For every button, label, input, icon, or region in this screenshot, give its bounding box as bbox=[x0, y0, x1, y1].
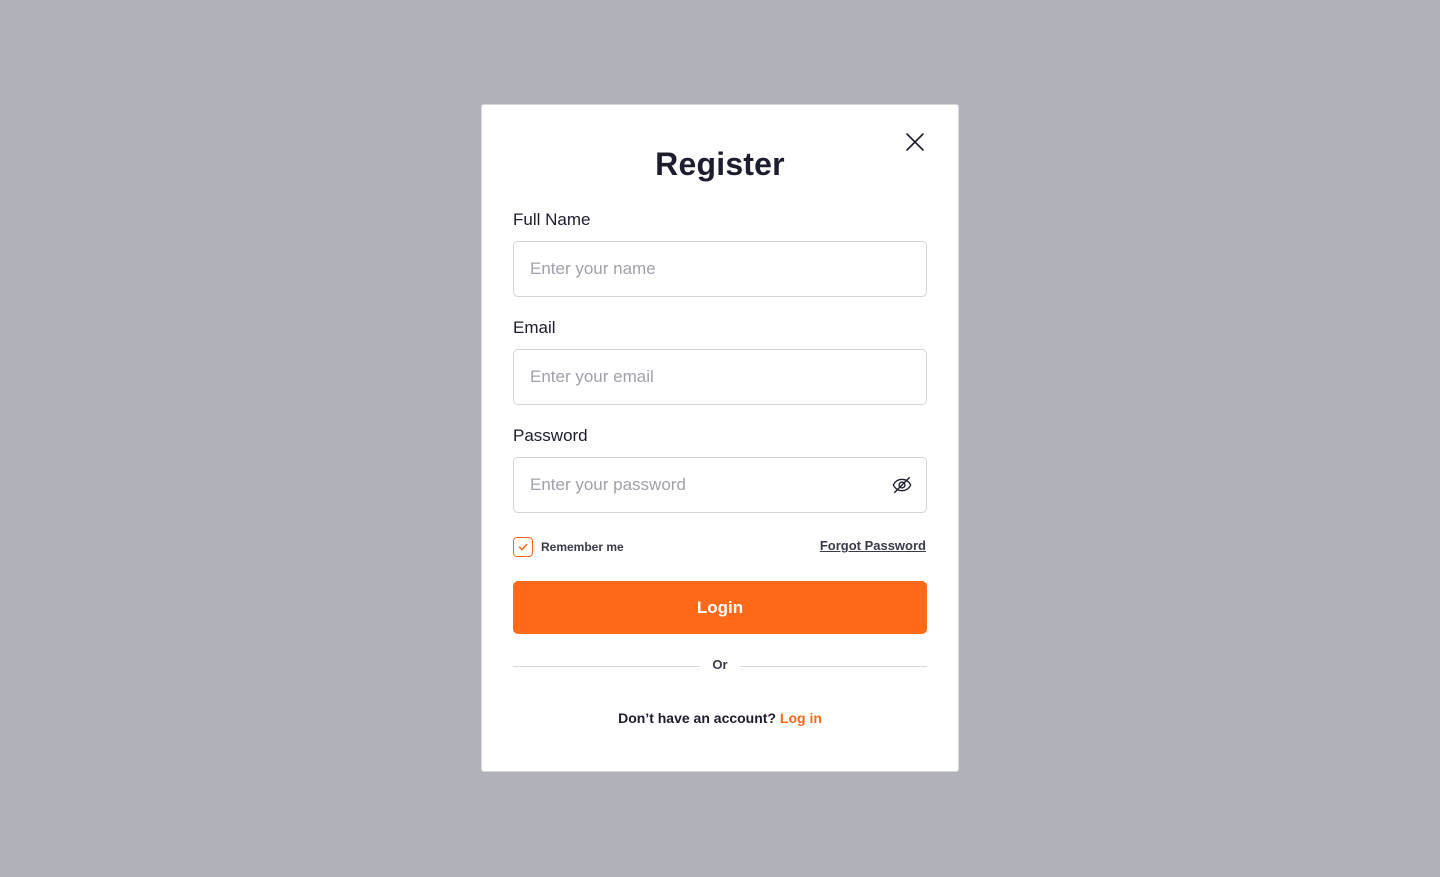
password-input[interactable] bbox=[513, 457, 927, 513]
full-name-label: Full Name bbox=[513, 210, 591, 229]
or-divider: Or bbox=[513, 657, 927, 675]
eye-off-icon bbox=[892, 476, 912, 494]
signup-prompt-text: Don’t have an account? bbox=[618, 710, 777, 726]
email-input[interactable] bbox=[513, 349, 927, 405]
login-link[interactable]: Log in bbox=[780, 710, 822, 726]
divider-label: Or bbox=[712, 657, 728, 672]
password-label: Password bbox=[513, 426, 588, 445]
remember-me-label: Remember me bbox=[541, 540, 624, 554]
register-modal: Register Full Name Email Password Rememb… bbox=[481, 104, 959, 772]
password-visibility-toggle[interactable] bbox=[891, 474, 913, 496]
signup-prompt: Don’t have an account? Log in bbox=[482, 710, 958, 726]
divider-line-right bbox=[740, 666, 927, 667]
login-button[interactable]: Login bbox=[513, 581, 927, 634]
full-name-input[interactable] bbox=[513, 241, 927, 297]
email-label: Email bbox=[513, 318, 556, 337]
modal-title: Register bbox=[655, 146, 785, 182]
checkbox-box[interactable] bbox=[513, 537, 533, 557]
forgot-password-link[interactable]: Forgot Password bbox=[820, 538, 926, 553]
password-field bbox=[513, 457, 927, 513]
remember-me-checkbox[interactable]: Remember me bbox=[513, 537, 624, 557]
check-icon bbox=[518, 543, 528, 551]
